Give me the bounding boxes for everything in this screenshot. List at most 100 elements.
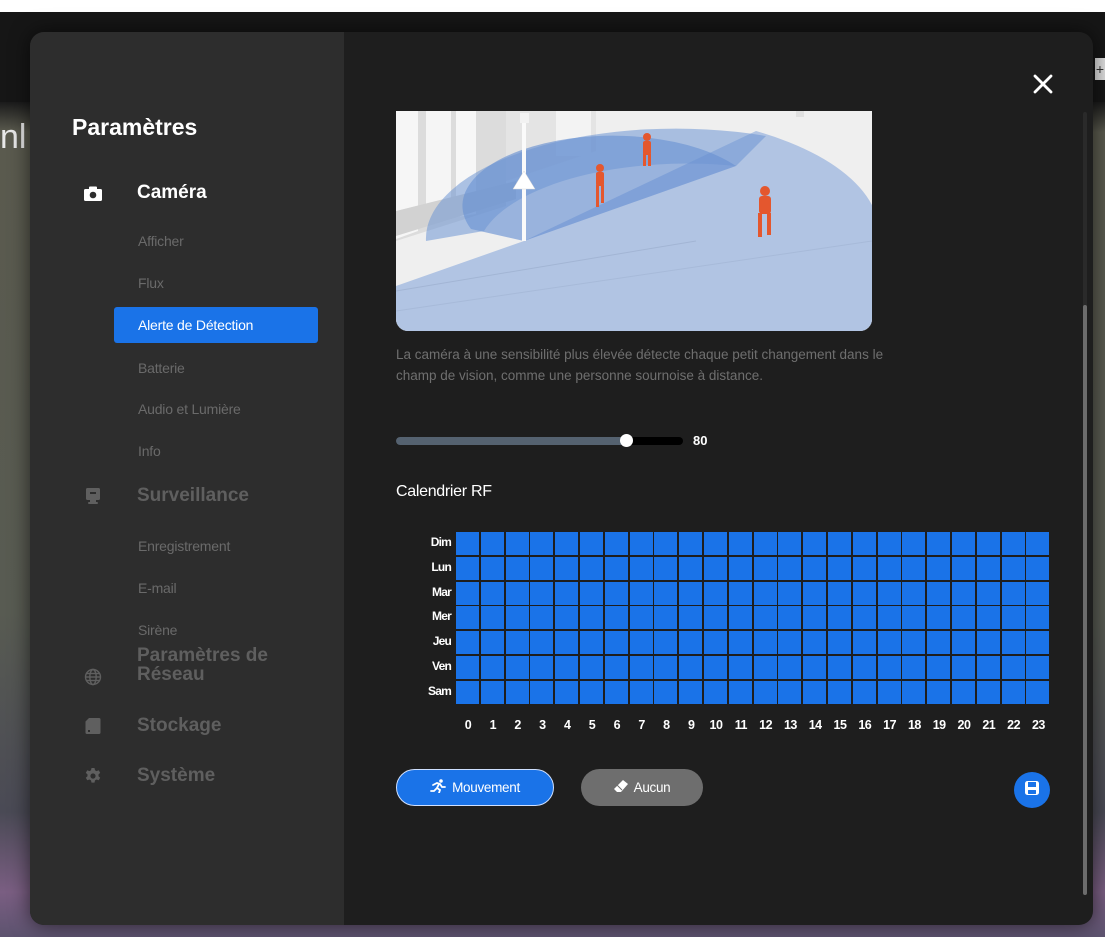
calendar-cell[interactable] <box>976 556 1000 580</box>
calendar-cell[interactable] <box>555 631 579 655</box>
calendar-cell[interactable] <box>580 656 603 679</box>
close-icon[interactable] <box>1031 72 1055 96</box>
calendar-cell[interactable] <box>456 680 479 704</box>
calendar-cell[interactable] <box>580 631 603 655</box>
calendar-cell[interactable] <box>530 556 554 580</box>
calendar-cell[interactable] <box>852 532 876 555</box>
calendar-cell[interactable] <box>505 656 529 679</box>
calendar-cell[interactable] <box>580 556 603 580</box>
calendar-cell[interactable] <box>1026 631 1050 655</box>
calendar-cell[interactable] <box>555 556 579 580</box>
calendar-cell[interactable] <box>704 656 727 679</box>
calendar-cell[interactable] <box>902 581 926 605</box>
calendar-cell[interactable] <box>902 680 926 704</box>
calendar-cell[interactable] <box>530 656 554 679</box>
calendar-cell[interactable] <box>1001 532 1025 555</box>
calendar-cell[interactable] <box>505 606 529 630</box>
calendar-cell[interactable] <box>1001 680 1025 704</box>
calendar-cell[interactable] <box>1026 532 1050 555</box>
calendar-cell[interactable] <box>902 532 926 555</box>
calendar-cell[interactable] <box>753 606 777 630</box>
calendar-cell[interactable] <box>778 680 802 704</box>
calendar-cell[interactable] <box>852 680 876 704</box>
calendar-cell[interactable] <box>927 631 951 655</box>
calendar-cell[interactable] <box>952 532 975 555</box>
calendar-cell[interactable] <box>828 581 851 605</box>
calendar-cell[interactable] <box>704 680 727 704</box>
calendar-cell[interactable] <box>530 606 554 630</box>
sidebar-item-info[interactable]: Info <box>114 433 318 469</box>
save-button[interactable] <box>1014 772 1050 808</box>
calendar-cell[interactable] <box>604 556 628 580</box>
calendar-cell[interactable] <box>803 556 827 580</box>
calendar-cell[interactable] <box>927 556 951 580</box>
calendar-cell[interactable] <box>480 656 504 679</box>
calendar-cell[interactable] <box>828 532 851 555</box>
calendar-cell[interactable] <box>629 532 653 555</box>
calendar-cell[interactable] <box>753 631 777 655</box>
calendar-cell[interactable] <box>456 656 479 679</box>
calendar-cell[interactable] <box>505 581 529 605</box>
calendar-cell[interactable] <box>456 532 479 555</box>
calendar-cell[interactable] <box>580 680 603 704</box>
sidebar-item-audio-lumiere[interactable]: Audio et Lumière <box>114 391 318 427</box>
calendar-cell[interactable] <box>604 680 628 704</box>
calendar-cell[interactable] <box>456 606 479 630</box>
calendar-cell[interactable] <box>604 606 628 630</box>
calendar-cell[interactable] <box>505 556 529 580</box>
calendar-cell[interactable] <box>976 656 1000 679</box>
calendar-cell[interactable] <box>530 532 554 555</box>
calendar-cell[interactable] <box>530 581 554 605</box>
calendar-cell[interactable] <box>1026 556 1050 580</box>
calendar-cell[interactable] <box>480 680 504 704</box>
sidebar-section-stockage[interactable]: Stockage <box>82 715 221 737</box>
calendar-cell[interactable] <box>704 556 727 580</box>
calendar-cell[interactable] <box>604 532 628 555</box>
sidebar-section-surveillance[interactable]: Surveillance <box>82 485 249 507</box>
calendar-cell[interactable] <box>679 581 703 605</box>
calendar-cell[interactable] <box>803 532 827 555</box>
calendar-cell[interactable] <box>629 556 653 580</box>
calendar-cell[interactable] <box>803 631 827 655</box>
calendar-cell[interactable] <box>654 656 678 679</box>
calendar-cell[interactable] <box>1026 606 1050 630</box>
calendar-cell[interactable] <box>679 631 703 655</box>
calendar-cell[interactable] <box>728 631 752 655</box>
calendar-cell[interactable] <box>1001 656 1025 679</box>
calendar-cell[interactable] <box>679 656 703 679</box>
calendar-cell[interactable] <box>753 581 777 605</box>
calendar-cell[interactable] <box>728 556 752 580</box>
calendar-cell[interactable] <box>902 556 926 580</box>
calendar-cell[interactable] <box>952 656 975 679</box>
calendar-cell[interactable] <box>778 606 802 630</box>
calendar-cell[interactable] <box>976 581 1000 605</box>
calendar-cell[interactable] <box>456 631 479 655</box>
calendar-cell[interactable] <box>456 556 479 580</box>
calendar-cell[interactable] <box>927 680 951 704</box>
calendar-cell[interactable] <box>679 532 703 555</box>
calendar-cell[interactable] <box>1026 581 1050 605</box>
calendar-cell[interactable] <box>1026 680 1050 704</box>
calendar-cell[interactable] <box>778 556 802 580</box>
calendar-cell[interactable] <box>530 631 554 655</box>
calendar-cell[interactable] <box>952 680 975 704</box>
calendar-cell[interactable] <box>505 680 529 704</box>
motion-button[interactable]: Mouvement <box>396 769 554 806</box>
calendar-cell[interactable] <box>480 581 504 605</box>
calendar-cell[interactable] <box>976 631 1000 655</box>
calendar-cell[interactable] <box>1001 556 1025 580</box>
calendar-cell[interactable] <box>704 581 727 605</box>
calendar-cell[interactable] <box>803 581 827 605</box>
calendar-cell[interactable] <box>654 606 678 630</box>
calendar-cell[interactable] <box>580 532 603 555</box>
calendar-cell[interactable] <box>728 581 752 605</box>
calendar-cell[interactable] <box>852 581 876 605</box>
sidebar-item-enregistrement[interactable]: Enregistrement <box>114 528 318 564</box>
calendar-cell[interactable] <box>629 656 653 679</box>
none-button[interactable]: Aucun <box>581 769 703 806</box>
calendar-cell[interactable] <box>604 656 628 679</box>
sidebar-item-batterie[interactable]: Batterie <box>114 350 318 386</box>
sidebar-item-flux[interactable]: Flux <box>114 265 318 301</box>
calendar-cell[interactable] <box>852 556 876 580</box>
calendar-cell[interactable] <box>778 631 802 655</box>
